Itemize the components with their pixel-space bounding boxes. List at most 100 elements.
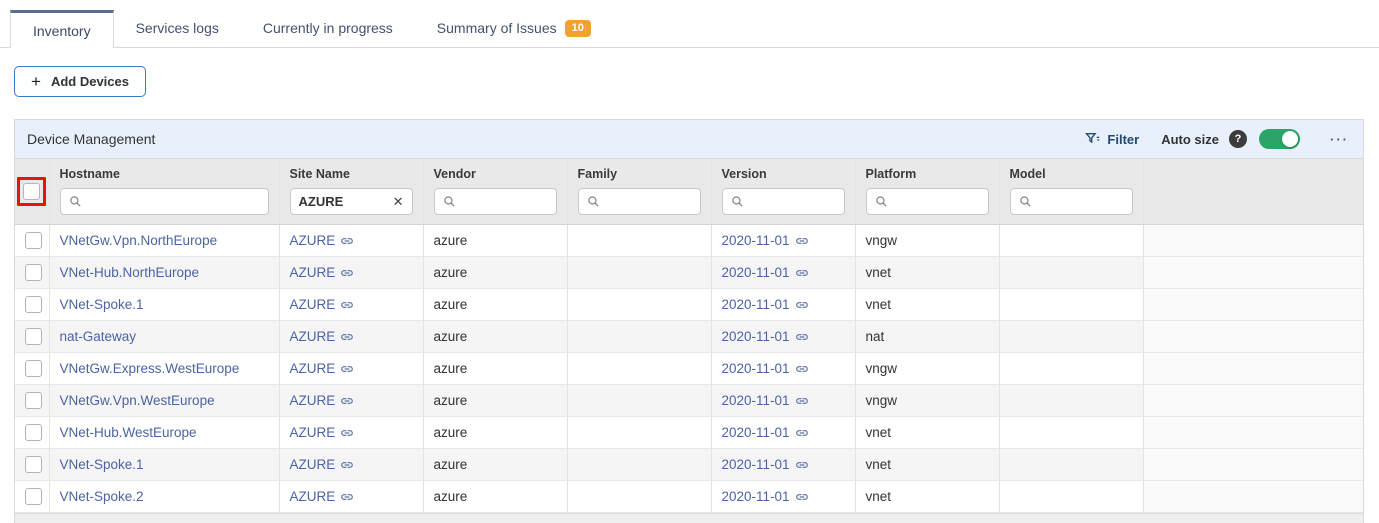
toggle-knob — [1282, 131, 1298, 147]
vendor-cell: azure — [423, 225, 567, 257]
hostname-link[interactable]: VNet-Spoke.1 — [60, 457, 144, 472]
issues-count-badge: 10 — [565, 20, 591, 37]
vendor-cell: azure — [423, 417, 567, 449]
site-name-link[interactable]: AZURE — [290, 361, 355, 376]
version-cell: 2020-11-01 — [711, 385, 855, 417]
search-icon — [731, 195, 744, 208]
site-name-link[interactable]: AZURE — [290, 393, 355, 408]
tab-currently-in-progress[interactable]: Currently in progress — [241, 9, 415, 47]
family-filter-input[interactable] — [606, 194, 692, 209]
site-name-filter-input[interactable] — [299, 194, 387, 209]
link-icon — [795, 458, 809, 472]
family-cell — [567, 353, 711, 385]
hostname-cell: VNetGw.Vpn.NorthEurope — [49, 225, 279, 257]
platform-cell: vngw — [855, 353, 999, 385]
filter-label: Filter — [1107, 132, 1139, 147]
site-name-link[interactable]: AZURE — [290, 489, 355, 504]
search-icon — [69, 195, 82, 208]
row-checkbox[interactable] — [25, 488, 42, 505]
clear-filter-icon[interactable]: ✕ — [393, 194, 404, 210]
hostname-link[interactable]: VNetGw.Express.WestEurope — [60, 361, 240, 376]
version-link[interactable]: 2020-11-01 — [722, 265, 809, 280]
version-link[interactable]: 2020-11-01 — [722, 425, 809, 440]
link-icon — [795, 330, 809, 344]
link-icon — [340, 490, 354, 504]
vendor-filter-input[interactable] — [462, 194, 548, 209]
site-name-cell: AZURE — [279, 225, 423, 257]
column-header-vendor: Vendor — [423, 159, 567, 225]
device-management-panel: Device Management Filter Auto size ? ··· — [14, 119, 1364, 523]
version-filter-input[interactable] — [750, 194, 836, 209]
link-icon — [795, 394, 809, 408]
add-devices-button[interactable]: + Add Devices — [14, 66, 146, 97]
link-icon — [340, 330, 354, 344]
tab-summary-of-issues[interactable]: Summary of Issues 10 — [415, 9, 613, 47]
column-header-platform: Platform — [855, 159, 999, 225]
row-checkbox-cell — [15, 321, 49, 353]
family-cell — [567, 481, 711, 513]
hostname-cell: VNetGw.Express.WestEurope — [49, 353, 279, 385]
site-name-link[interactable]: AZURE — [290, 233, 355, 248]
vendor-column-label: Vendor — [434, 167, 557, 181]
hostname-link[interactable]: VNet-Hub.WestEurope — [60, 425, 197, 440]
platform-filter-input[interactable] — [894, 194, 980, 209]
model-cell — [999, 481, 1143, 513]
site-name-link[interactable]: AZURE — [290, 297, 355, 312]
table-row: VNet-Spoke.1 AZURE azure 2020-11-01 vnet — [15, 289, 1363, 321]
hostname-link[interactable]: VNet-Hub.NorthEurope — [60, 265, 200, 280]
row-checkbox[interactable] — [25, 424, 42, 441]
version-link[interactable]: 2020-11-01 — [722, 489, 809, 504]
family-cell — [567, 385, 711, 417]
autosize-toggle[interactable] — [1259, 129, 1300, 149]
site-name-link[interactable]: AZURE — [290, 265, 355, 280]
row-checkbox[interactable] — [25, 232, 42, 249]
platform-filter-box — [866, 188, 989, 215]
tab-inventory[interactable]: Inventory — [10, 10, 114, 48]
tab-bar: Inventory Services logs Currently in pro… — [0, 0, 1379, 48]
search-icon — [1019, 195, 1032, 208]
family-cell — [567, 257, 711, 289]
hostname-link[interactable]: VNetGw.Vpn.NorthEurope — [60, 233, 218, 248]
row-checkbox-cell — [15, 481, 49, 513]
tab-services-logs[interactable]: Services logs — [114, 9, 241, 47]
site-name-link[interactable]: AZURE — [290, 425, 355, 440]
row-checkbox[interactable] — [25, 456, 42, 473]
row-checkbox[interactable] — [25, 296, 42, 313]
version-link[interactable]: 2020-11-01 — [722, 233, 809, 248]
plus-icon: + — [31, 75, 41, 89]
filter-button[interactable]: Filter — [1084, 131, 1139, 147]
row-checkbox[interactable] — [25, 392, 42, 409]
link-icon — [340, 266, 354, 280]
hostname-link[interactable]: VNet-Spoke.1 — [60, 297, 144, 312]
hostname-link[interactable]: nat-Gateway — [60, 329, 137, 344]
panel-footer — [15, 513, 1363, 523]
select-all-checkbox[interactable] — [23, 183, 40, 200]
model-cell — [999, 353, 1143, 385]
version-link[interactable]: 2020-11-01 — [722, 457, 809, 472]
help-icon[interactable]: ? — [1229, 130, 1247, 148]
version-link[interactable]: 2020-11-01 — [722, 393, 809, 408]
model-filter-input[interactable] — [1038, 194, 1124, 209]
link-icon — [340, 458, 354, 472]
link-icon — [340, 394, 354, 408]
row-checkbox-cell — [15, 257, 49, 289]
version-link[interactable]: 2020-11-01 — [722, 297, 809, 312]
site-name-cell: AZURE — [279, 417, 423, 449]
site-name-link[interactable]: AZURE — [290, 329, 355, 344]
hostname-cell: VNet-Hub.WestEurope — [49, 417, 279, 449]
more-menu-icon[interactable]: ··· — [1330, 132, 1349, 147]
hostname-filter-box — [60, 188, 269, 215]
link-icon — [795, 234, 809, 248]
hostname-filter-input[interactable] — [88, 194, 260, 209]
version-link[interactable]: 2020-11-01 — [722, 329, 809, 344]
version-link[interactable]: 2020-11-01 — [722, 361, 809, 376]
site-name-link[interactable]: AZURE — [290, 457, 355, 472]
row-checkbox[interactable] — [25, 360, 42, 377]
row-checkbox[interactable] — [25, 328, 42, 345]
search-icon — [875, 195, 888, 208]
hostname-link[interactable]: VNet-Spoke.2 — [60, 489, 144, 504]
column-header-hostname: Hostname — [49, 159, 279, 225]
hostname-link[interactable]: VNetGw.Vpn.WestEurope — [60, 393, 215, 408]
add-devices-label: Add Devices — [51, 74, 129, 89]
row-checkbox[interactable] — [25, 264, 42, 281]
